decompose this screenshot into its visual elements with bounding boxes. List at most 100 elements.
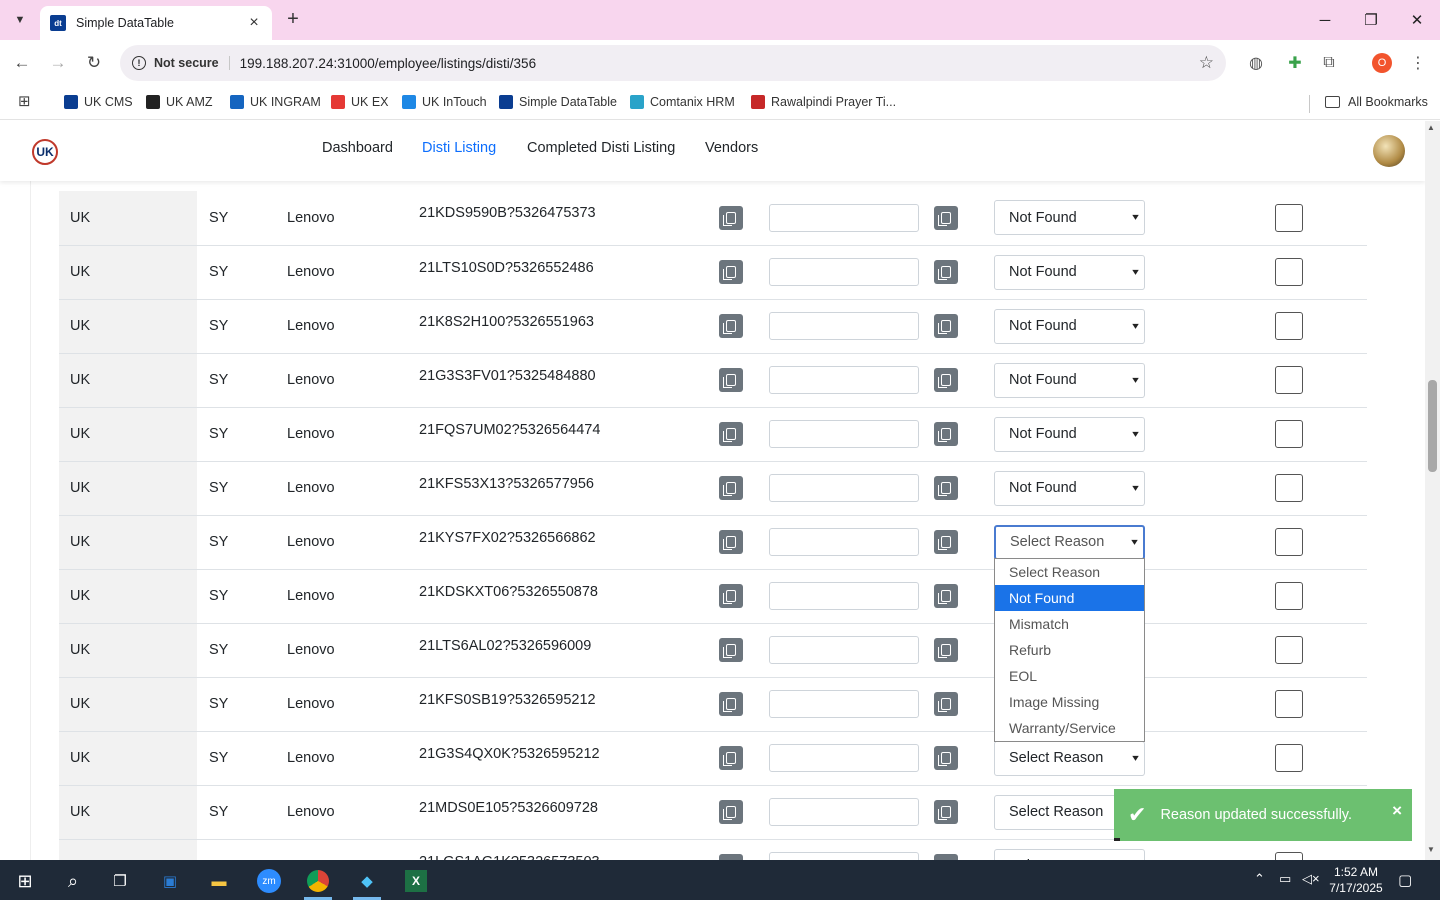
row-checkbox[interactable]	[1275, 420, 1303, 448]
row-checkbox[interactable]	[1275, 852, 1303, 860]
apps-grid-icon[interactable]: ⊞	[18, 92, 31, 110]
paste-button[interactable]	[934, 368, 958, 392]
row-checkbox[interactable]	[1275, 528, 1303, 556]
link-input[interactable]	[769, 420, 919, 448]
bookmark-item[interactable]: Rawalpindi Prayer Ti...	[751, 92, 896, 112]
address-bar[interactable]: ! Not secure 199.188.207.24:31000/employ…	[120, 45, 1226, 81]
link-input[interactable]	[769, 474, 919, 502]
window-close-icon[interactable]: ✕	[1402, 8, 1432, 32]
reason-option[interactable]: Image Missing	[995, 689, 1144, 715]
reason-option[interactable]: Not Found	[995, 585, 1144, 611]
security-label[interactable]: Not secure	[154, 56, 230, 70]
page-scrollbar[interactable]: ▲ ▼	[1425, 121, 1440, 860]
reason-option[interactable]: Warranty/Service	[995, 715, 1144, 741]
reason-select[interactable]: Not Found ▾	[994, 200, 1145, 236]
paste-button[interactable]	[934, 476, 958, 500]
reason-option[interactable]: Refurb	[995, 637, 1144, 663]
reload-icon[interactable]: ↻	[82, 51, 106, 75]
task-view-icon[interactable]: ❐	[103, 866, 137, 896]
link-input[interactable]	[769, 528, 919, 556]
tab-close-icon[interactable]: ×	[246, 14, 262, 32]
nav-vendors[interactable]: Vendors	[705, 140, 758, 156]
bookmark-item[interactable]: UK INGRAM	[230, 92, 321, 112]
bookmark-item[interactable]: UK EX	[331, 92, 389, 112]
link-input[interactable]	[769, 744, 919, 772]
paste-button[interactable]	[934, 638, 958, 662]
paste-button[interactable]	[934, 314, 958, 338]
translate-icon[interactable]: ◍	[1244, 51, 1268, 75]
new-tab-plus-icon[interactable]: +	[282, 8, 304, 30]
row-checkbox[interactable]	[1275, 203, 1303, 232]
all-bookmarks[interactable]: All Bookmarks	[1325, 92, 1428, 112]
not-secure-warning-icon[interactable]: !	[132, 56, 146, 70]
search-icon[interactable]: ⌕	[56, 866, 90, 896]
reason-option[interactable]: Select Reason	[995, 559, 1144, 585]
row-checkbox[interactable]	[1275, 258, 1303, 286]
copy-code-button[interactable]	[719, 638, 743, 662]
nav-dashboard[interactable]: Dashboard	[322, 140, 393, 156]
scroll-down-icon[interactable]: ▼	[1427, 845, 1435, 854]
copy-code-button[interactable]	[719, 368, 743, 392]
copy-code-button[interactable]	[719, 746, 743, 770]
file-explorer-icon[interactable]: ▬	[202, 866, 236, 896]
link-input[interactable]	[769, 366, 919, 394]
copy-code-button[interactable]	[719, 260, 743, 284]
network-icon[interactable]: ▭	[1279, 871, 1291, 887]
reason-option[interactable]: Mismatch	[995, 611, 1144, 637]
row-checkbox[interactable]	[1275, 474, 1303, 502]
profile-avatar[interactable]: O	[1372, 53, 1392, 73]
paste-button[interactable]	[934, 422, 958, 446]
row-checkbox[interactable]	[1275, 312, 1303, 340]
excel-icon[interactable]: X	[399, 866, 433, 896]
link-input[interactable]	[769, 312, 919, 340]
reason-select[interactable]: Not Found ▾	[994, 470, 1145, 506]
bookmark-item[interactable]: Simple DataTable	[499, 92, 617, 112]
chrome-menu-icon[interactable]: ⋮	[1406, 51, 1430, 75]
reason-option[interactable]: EOL	[995, 663, 1144, 689]
url-text[interactable]: 199.188.207.24:31000/employee/listings/d…	[240, 56, 536, 71]
app-diamond-icon[interactable]: ◆	[350, 866, 384, 896]
extensions-icon[interactable]: ⧉	[1317, 51, 1341, 75]
back-arrow-icon[interactable]: ←	[10, 51, 34, 75]
extension-puzzle-green-icon[interactable]: ✚	[1283, 51, 1307, 75]
copy-code-button[interactable]	[719, 314, 743, 338]
copy-code-button[interactable]	[719, 584, 743, 608]
windows-start-icon[interactable]: ⊞	[8, 866, 42, 896]
link-input[interactable]	[769, 636, 919, 664]
copy-code-button[interactable]	[719, 800, 743, 824]
notifications-icon[interactable]: ▢	[1398, 871, 1412, 889]
bookmark-item[interactable]: UK InTouch	[402, 92, 487, 112]
paste-button[interactable]	[934, 205, 958, 230]
reason-select[interactable]: Select Reason▾	[994, 848, 1145, 860]
minimize-icon[interactable]: ─	[1310, 8, 1340, 32]
user-avatar[interactable]	[1373, 135, 1405, 167]
chrome-taskbar-icon[interactable]	[301, 866, 335, 896]
tab-search-icon[interactable]: ▼	[8, 8, 32, 32]
row-checkbox[interactable]	[1275, 582, 1303, 610]
bookmark-item[interactable]: UK CMS	[64, 92, 133, 112]
tray-chevron-icon[interactable]: ⌃	[1254, 871, 1265, 887]
scroll-thumb[interactable]	[1428, 380, 1437, 472]
bookmark-item[interactable]: UK AMZ	[146, 92, 213, 112]
link-input[interactable]	[769, 203, 919, 232]
link-input[interactable]	[769, 690, 919, 718]
link-input[interactable]	[769, 582, 919, 610]
row-checkbox[interactable]	[1275, 744, 1303, 772]
paste-button[interactable]	[934, 746, 958, 770]
row-checkbox[interactable]	[1275, 690, 1303, 718]
restore-icon[interactable]: ❐	[1356, 8, 1386, 32]
bookmark-item[interactable]: Comtanix HRM	[630, 92, 735, 112]
copy-code-button[interactable]	[719, 422, 743, 446]
scroll-up-icon[interactable]: ▲	[1427, 123, 1435, 132]
nav-disti-listing[interactable]: Disti Listing	[422, 140, 496, 156]
outlook-icon[interactable]: ▣	[153, 866, 187, 896]
toast-close-icon[interactable]: ×	[1392, 801, 1402, 821]
forward-arrow-icon[interactable]: →	[46, 51, 70, 75]
paste-button[interactable]	[934, 530, 958, 554]
bookmark-star-icon[interactable]: ☆	[1199, 53, 1214, 73]
link-input[interactable]	[769, 798, 919, 826]
copy-code-button[interactable]	[719, 530, 743, 554]
copy-code-button[interactable]	[719, 692, 743, 716]
uk-logo[interactable]: UK	[32, 139, 58, 165]
link-input[interactable]	[769, 852, 919, 860]
